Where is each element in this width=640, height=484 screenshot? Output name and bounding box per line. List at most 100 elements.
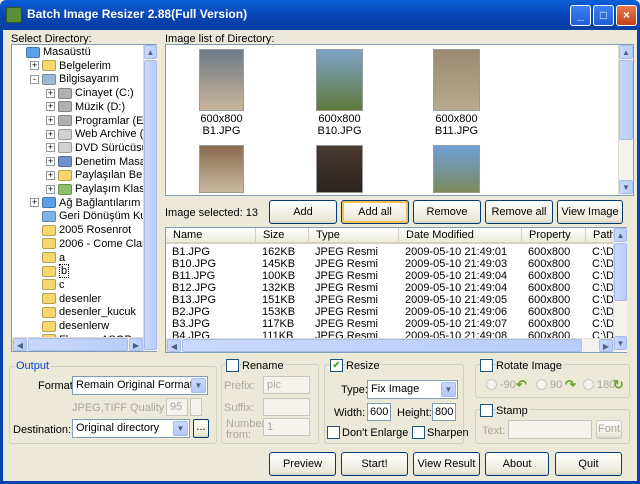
list-scroll-up-button[interactable]: ▲ — [614, 228, 627, 242]
maximize-button[interactable]: □ — [593, 5, 614, 26]
rotate-180-icon: ↻ — [613, 377, 624, 392]
font-button[interactable]: Font — [596, 420, 622, 439]
minimize-button[interactable]: _ — [570, 5, 591, 26]
expand-icon[interactable]: + — [46, 157, 55, 167]
table-cell: 2009-05-10 21:49:04 — [405, 282, 508, 294]
folder-icon — [42, 238, 56, 250]
stamp-label: Stamp — [496, 405, 530, 417]
tree-scroll-up-button[interactable]: ▲ — [144, 45, 157, 59]
table-row[interactable]: B12.JPG 132KB JPEG Resmi 2009-05-10 21:49:0… — [166, 282, 626, 294]
thumbnail-image — [433, 145, 480, 193]
thumb-scroll-up-button[interactable]: ▲ — [619, 45, 633, 59]
table-cell: 2009-05-10 21:49:01 — [405, 246, 508, 258]
expand-icon[interactable]: + — [30, 198, 39, 208]
list-vertical-scrollbar[interactable]: ▲ ▼ — [613, 228, 627, 352]
expand-icon[interactable]: + — [46, 102, 55, 112]
table-row[interactable]: B10.JPG 145KB JPEG Resmi 2009-05-10 21:49:0… — [166, 258, 626, 270]
sharpen-checkbox[interactable] — [412, 426, 425, 439]
about-button[interactable]: About — [485, 452, 549, 476]
thumb-scroll-down-button[interactable]: ▼ — [619, 180, 633, 194]
tree-scroll-left-button[interactable]: ◀ — [13, 338, 27, 351]
add-all-button[interactable]: Add all — [341, 200, 409, 224]
collapse-icon[interactable]: - — [30, 74, 39, 84]
directory-tree[interactable]: Masaüstü + Belgelerim - Bilgisayarım + Cinayet… — [11, 44, 157, 352]
width-input[interactable]: 600 — [367, 403, 391, 421]
rotate-90-radio[interactable] — [536, 379, 547, 390]
column-header[interactable]: Type — [309, 228, 399, 244]
start-button[interactable]: Start! — [341, 452, 408, 476]
list-horizontal-scrollbar[interactable]: ◀ ▶ — [166, 338, 613, 352]
rotate-180-radio[interactable] — [583, 379, 594, 390]
tree-hscroll-thumb[interactable] — [28, 338, 128, 351]
destination-select[interactable]: Original directory ▼ — [72, 419, 190, 438]
expand-icon[interactable]: + — [46, 143, 55, 153]
file-list-table[interactable]: Name Size Type Date Modified Property Path B1.… — [165, 227, 627, 353]
list-scroll-down-button[interactable]: ▼ — [614, 336, 627, 350]
rotate-minus90-radio[interactable] — [486, 379, 497, 390]
close-button[interactable]: × — [616, 5, 637, 26]
table-row[interactable]: B11.JPG 100KB JPEG Resmi 2009-05-10 21:49:0… — [166, 270, 626, 282]
expand-icon[interactable]: + — [46, 184, 55, 194]
table-cell: 600x800 — [528, 282, 571, 294]
quality-stepper[interactable] — [190, 398, 202, 416]
list-scroll-thumb[interactable] — [614, 243, 627, 301]
resize-type-value: Fix Image — [371, 383, 420, 395]
prefix-input[interactable]: pic — [263, 376, 310, 394]
expand-icon[interactable]: + — [46, 170, 55, 180]
rename-label: Rename — [242, 360, 286, 372]
table-row[interactable]: B2.JPG 153KB JPEG Resmi 2009-05-10 21:49:06… — [166, 306, 626, 318]
number-from-input[interactable]: 1 — [263, 418, 310, 436]
tree-item-label: Cinayet (C:) — [75, 87, 134, 100]
table-cell: 600x800 — [528, 258, 571, 270]
column-header[interactable]: Date Modified — [399, 228, 522, 244]
type-label: Type: — [341, 384, 368, 396]
tree-horizontal-scrollbar[interactable]: ◀ ▶ — [12, 337, 143, 351]
title-bar[interactable]: Batch Image Resizer 2.88(Full Version) _… — [0, 0, 640, 30]
resize-checkbox[interactable]: ✔ — [330, 359, 343, 372]
table-row[interactable]: B3.JPG 117KB JPEG Resmi 2009-05-10 21:49:07… — [166, 318, 626, 330]
expand-icon[interactable]: + — [46, 88, 55, 98]
quality-input[interactable]: 95 — [166, 398, 188, 416]
table-row[interactable]: B1.JPG 162KB JPEG Resmi 2009-05-10 21:49:01… — [166, 246, 626, 258]
remove-all-button[interactable]: Remove all — [485, 200, 553, 224]
list-scroll-right-button[interactable]: ▶ — [599, 339, 613, 352]
browse-button[interactable]: ... — [193, 419, 209, 438]
folder-icon — [58, 183, 72, 195]
rotate-checkbox[interactable] — [480, 359, 493, 372]
column-header[interactable]: Name — [166, 228, 256, 244]
add-button[interactable]: Add — [269, 200, 337, 224]
column-header[interactable]: Property — [522, 228, 586, 244]
format-select[interactable]: Remain Original Format ▼ — [72, 376, 208, 395]
thumb-scroll-thumb[interactable] — [619, 60, 633, 140]
thumbnail-panel[interactable]: 600x800 B1.JPG 600x800 B10.JPG 600x800 B11.JP… — [165, 44, 634, 196]
number-label: Number from: — [226, 419, 265, 441]
rename-checkbox[interactable] — [226, 359, 239, 372]
folder-icon — [42, 265, 56, 277]
expand-icon[interactable]: + — [46, 129, 55, 139]
thumbnail-scrollbar[interactable]: ▲ ▼ — [618, 45, 633, 195]
resize-type-select[interactable]: Fix Image ▼ — [367, 380, 458, 399]
quit-button[interactable]: Quit — [555, 452, 622, 476]
list-scroll-left-button[interactable]: ◀ — [167, 339, 181, 352]
list-hscroll-thumb[interactable] — [182, 339, 582, 352]
expand-icon[interactable]: + — [30, 61, 39, 71]
thumbnail-name: B10.JPG — [317, 125, 362, 137]
height-input[interactable]: 800 — [432, 403, 456, 421]
column-header[interactable]: Size — [256, 228, 309, 244]
stamp-checkbox[interactable] — [480, 404, 493, 417]
stamp-text-input[interactable] — [508, 420, 592, 439]
view-result-button[interactable]: View Result — [413, 452, 480, 476]
remove-button[interactable]: Remove — [413, 200, 481, 224]
expand-icon[interactable]: + — [46, 116, 55, 126]
tree-scroll-right-button[interactable]: ▶ — [129, 338, 143, 351]
table-row[interactable]: B13.JPG 151KB JPEG Resmi 2009-05-10 21:49:0… — [166, 294, 626, 306]
table-cell: 600x800 — [528, 270, 571, 282]
suffix-input[interactable] — [263, 398, 310, 416]
view-image-button[interactable]: View Image — [557, 200, 623, 224]
tree-vertical-scrollbar[interactable]: ▲ — [143, 45, 157, 351]
preview-button[interactable]: Preview — [269, 452, 336, 476]
format-value: Remain Original Format — [76, 379, 193, 391]
table-cell: 132KB — [262, 282, 296, 294]
dont-enlarge-checkbox[interactable] — [327, 426, 340, 439]
tree-scroll-thumb[interactable] — [144, 60, 157, 350]
